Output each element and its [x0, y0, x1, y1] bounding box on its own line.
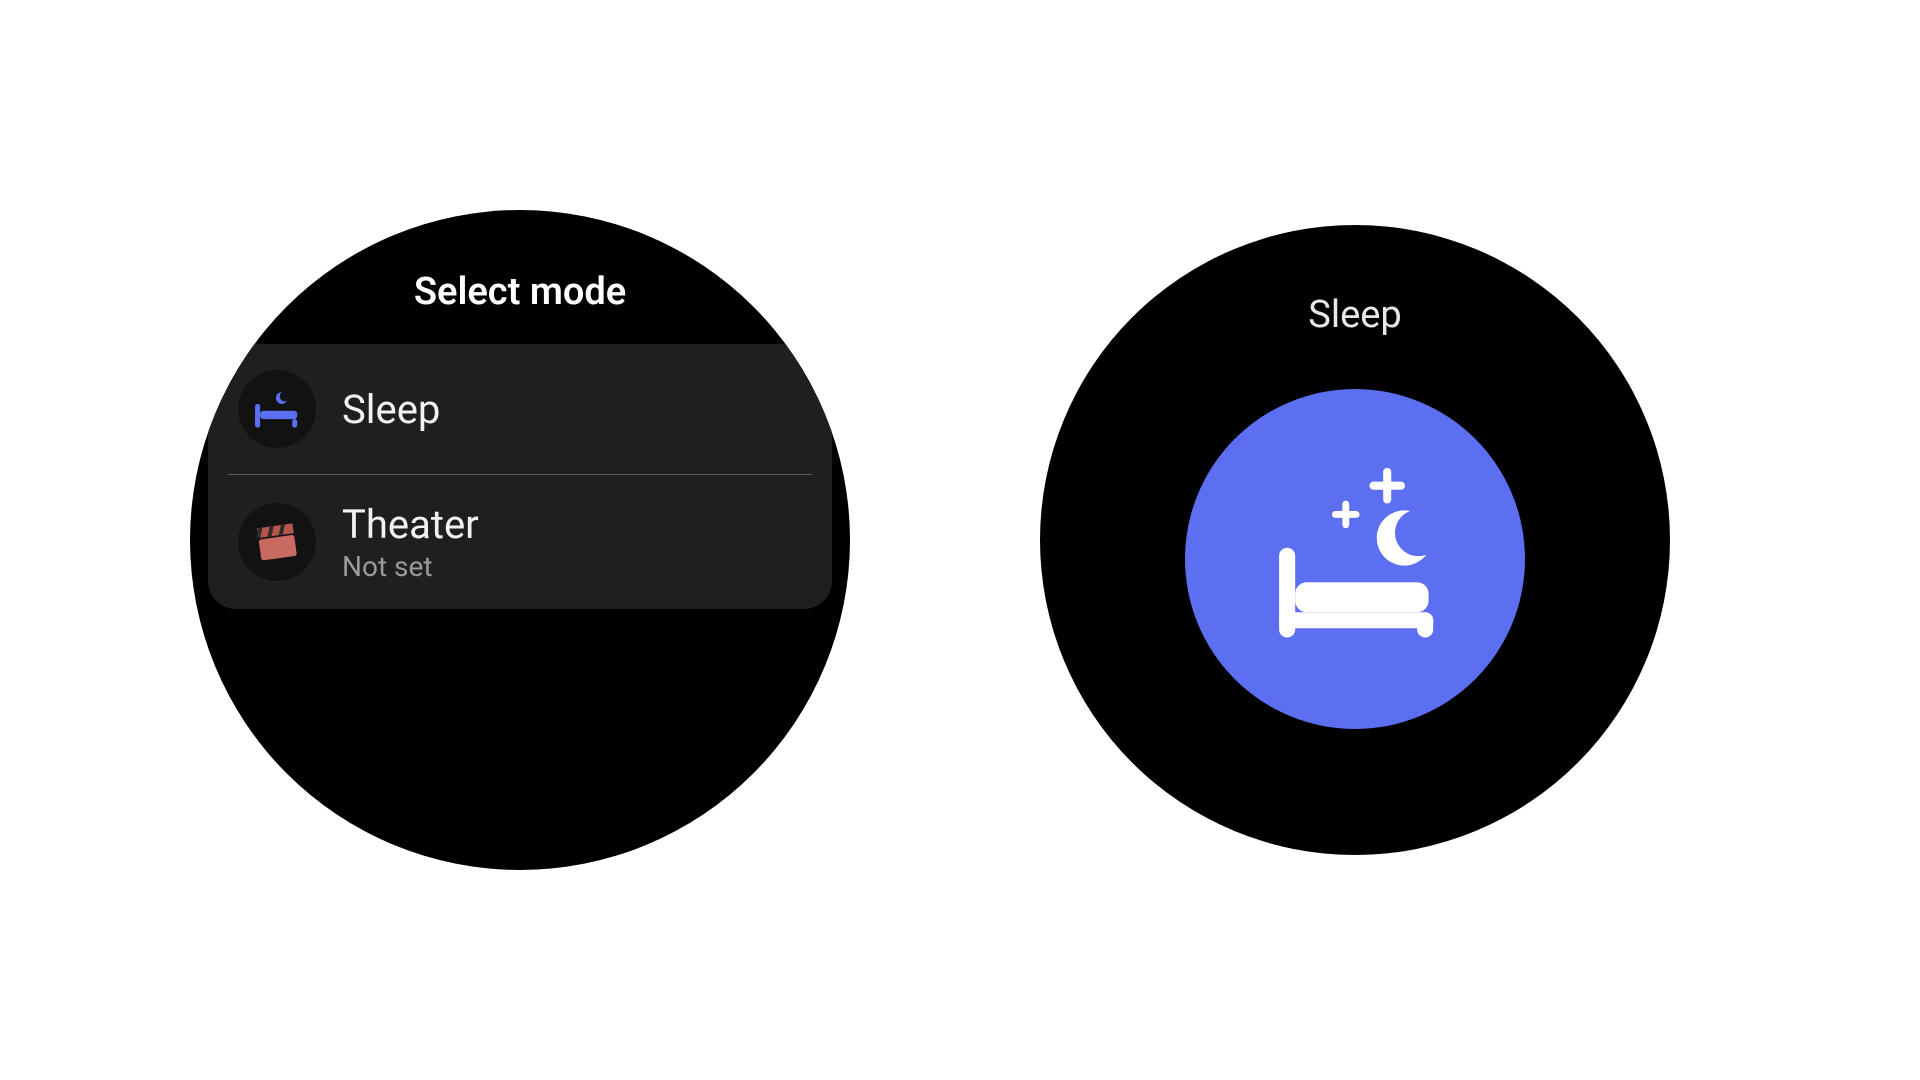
list-item-text: Theater Not set — [342, 501, 479, 583]
mode-title: Sleep — [1040, 225, 1670, 337]
list-item-label: Theater — [342, 501, 479, 548]
bed-moon-sparkle-icon — [1240, 442, 1470, 676]
list-item-sleep[interactable]: Sleep — [208, 344, 832, 474]
list-item-theater[interactable]: Theater Not set — [208, 475, 832, 609]
sleep-mode-toggle[interactable] — [1185, 389, 1525, 729]
watch-face-sleep-mode: Sleep — [1040, 225, 1670, 855]
list-item-label: Sleep — [342, 386, 440, 433]
list-item-sublabel: Not set — [342, 550, 479, 583]
bed-icon — [238, 370, 316, 448]
page-title: Select mode — [190, 210, 850, 344]
clapperboard-icon — [238, 503, 316, 581]
watch-face-select-mode: Select mode Sleep — [190, 210, 850, 870]
mode-list: Sleep Theater Not set — [208, 344, 832, 609]
list-item-text: Sleep — [342, 386, 440, 433]
